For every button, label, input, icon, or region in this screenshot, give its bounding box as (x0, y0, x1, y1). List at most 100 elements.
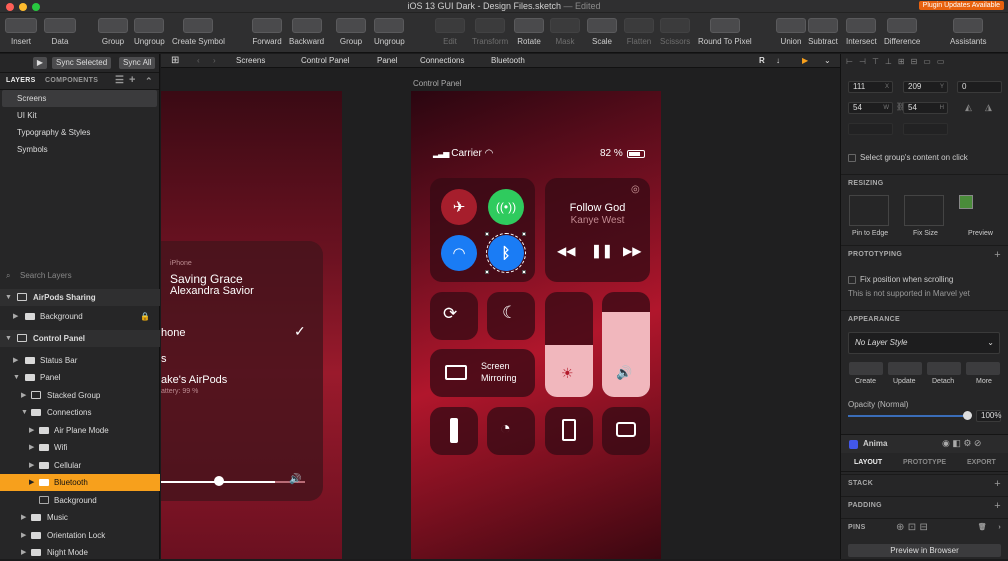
camera-button[interactable] (602, 407, 650, 455)
resizing-header[interactable]: RESIZING (841, 174, 1008, 192)
detach-style-button[interactable] (927, 362, 961, 375)
insert-button[interactable]: Insert (5, 18, 37, 46)
round-to-pixel-button[interactable]: Round To Pixel (698, 18, 752, 46)
union-button[interactable]: Union (776, 18, 806, 46)
screen-mirroring-button[interactable]: Screen Mirroring (430, 349, 535, 397)
padding-header[interactable]: PADDING + (841, 496, 1008, 514)
create-symbol-button[interactable]: Create Symbol (172, 18, 225, 46)
fix-position-checkbox[interactable] (848, 276, 856, 284)
add-icon[interactable]: + (994, 246, 1001, 264)
chevron-up-icon[interactable]: ⌃ (145, 76, 153, 87)
height-field[interactable]: 54 H (903, 102, 948, 114)
ungroup2-button[interactable]: Ungroup (374, 18, 405, 46)
grid-icon[interactable]: ⊞ (171, 54, 179, 68)
scissors-button[interactable]: Scissors (660, 18, 690, 46)
x-field[interactable]: 111 X (848, 81, 893, 93)
update-style-button[interactable] (888, 362, 922, 375)
layer-orientation-lock[interactable]: ▶ Orientation Lock (0, 527, 160, 544)
anima-icons[interactable]: ◉ ◧ ⚙ ⊘ (942, 438, 981, 449)
intersect-button[interactable]: Intersect (846, 18, 877, 46)
airplane-mode-button[interactable]: ✈ (441, 189, 477, 225)
difference-button[interactable]: Difference (884, 18, 920, 46)
canvas[interactable]: ⊞ ‹ › Screens Control Panel Panel Connec… (161, 54, 840, 559)
brightness-slider[interactable]: ☀ (545, 292, 593, 397)
assistants-button[interactable]: Assistants (950, 18, 986, 46)
chevron-down-icon[interactable]: ⌄ (824, 54, 831, 68)
preview-in-browser-button[interactable]: Preview in Browser (848, 544, 1001, 557)
airplay-icon[interactable]: ◎ (631, 184, 640, 195)
layer-wifi[interactable]: ▶ Wifi (0, 439, 160, 456)
layer-control-panel[interactable]: ▼ Control Panel (0, 330, 160, 347)
pins-icons[interactable]: ⊕ ⊡ ⊟ (896, 519, 928, 537)
rotate-button[interactable]: Rotate (514, 18, 544, 46)
tab-components[interactable]: COMPONENTS (45, 77, 98, 84)
collapse-icon[interactable]: ☰ (115, 75, 124, 86)
stack-header[interactable]: STACK + (841, 474, 1008, 492)
transform-button[interactable]: Transform (472, 18, 508, 46)
tab-export[interactable]: EXPORT (967, 459, 996, 466)
preview-play-icon[interactable]: ▶ (802, 54, 808, 68)
trash-icon[interactable]: 🗑 (978, 519, 987, 537)
opacity-slider-knob[interactable] (963, 411, 972, 420)
y-field[interactable]: 209 Y (903, 81, 948, 93)
volume-slider[interactable]: 🔊 (602, 292, 650, 397)
orientation-lock-button[interactable]: ⟳ (430, 292, 478, 340)
plugin-updates-badge[interactable]: Plugin Updates Available (918, 1, 1004, 10)
wifi-button[interactable]: ◠ (441, 235, 477, 271)
layer-airpods-sharing[interactable]: ▼ AirPods Sharing (0, 289, 160, 306)
download-icon[interactable]: ↓ (776, 54, 780, 68)
pause-icon[interactable]: ❚❚ (591, 243, 613, 259)
create-style-button[interactable] (849, 362, 883, 375)
artboard-label[interactable]: Control Panel (413, 79, 461, 88)
layer-panel[interactable]: ▼ Panel (0, 369, 160, 386)
layer-connections[interactable]: ▼ Connections (0, 404, 160, 421)
page-screens[interactable]: Screens (2, 90, 157, 107)
layer-music[interactable]: ▶ Music (0, 509, 160, 526)
timer-button[interactable]: ◔ (487, 407, 535, 455)
rewind-icon[interactable]: ◀◀ (557, 244, 575, 258)
subtract-button[interactable]: Subtract (808, 18, 838, 46)
breadcrumb-connections[interactable]: Connections (420, 54, 464, 68)
fast-forward-icon[interactable]: ▶▶ (623, 244, 641, 258)
ungroup-button[interactable]: Ungroup (134, 18, 165, 46)
breadcrumb-bluetooth[interactable]: Bluetooth (491, 54, 525, 68)
flatten-button[interactable]: Flatten (624, 18, 654, 46)
layer-cellular[interactable]: ▶ Cellular (0, 457, 160, 474)
alignment-icons[interactable]: ⊢⊣⊤⊥⊞⊟▭▭ (846, 57, 950, 66)
layer-bluetooth[interactable]: ▶ Bluetooth (0, 474, 160, 491)
pins-header[interactable]: PINS ⊕ ⊡ ⊟ 🗑 › (841, 518, 1008, 536)
bluetooth-button[interactable]: ᛒ (486, 233, 526, 273)
rotation-field[interactable]: 0 (957, 81, 1002, 93)
breadcrumb-screens[interactable]: Screens (236, 54, 265, 68)
breadcrumb-control-panel[interactable]: Control Panel (301, 54, 349, 68)
cellular-button[interactable]: ((•)) (488, 189, 524, 225)
pin-to-edge-button[interactable] (849, 195, 889, 226)
artboard-airpods-sharing[interactable]: iPhone Saving Grace Alexandra Savior hon… (161, 91, 342, 559)
more-style-button[interactable] (966, 362, 1000, 375)
layer-night-mode[interactable]: ▶ Night Mode (0, 544, 160, 561)
sync-selected-button[interactable]: Sync Selected (52, 57, 112, 69)
search-layers-input[interactable]: ⌕ Search Layers (0, 269, 160, 283)
breadcrumb-panel[interactable]: Panel (377, 54, 397, 68)
fix-size-button[interactable] (904, 195, 944, 226)
opacity-field[interactable]: 100% (976, 410, 1001, 422)
night-mode-button[interactable]: ☾ (487, 292, 535, 340)
forward-icon[interactable]: › (213, 54, 216, 68)
flashlight-button[interactable] (430, 407, 478, 455)
layer-status-bar[interactable]: ▶ Status Bar (0, 352, 160, 369)
mask-button[interactable]: Mask (550, 18, 580, 46)
layer-air-plane-mode[interactable]: ▶ Air Plane Mode (0, 422, 160, 439)
artboard-control-panel[interactable]: ▂▃▅ Carrier ◠ 82 % ✈ ((•)) ◠ ᛒ ◎ Follow … (411, 91, 661, 559)
calculator-button[interactable] (545, 407, 593, 455)
chevron-right-icon[interactable]: › (998, 519, 1001, 537)
tab-layout[interactable]: LAYOUT (854, 459, 882, 466)
forward-button[interactable]: Forward (252, 18, 282, 46)
group-button[interactable]: Group (98, 18, 128, 46)
tab-layers[interactable]: LAYERS (6, 77, 36, 84)
add-page-icon[interactable]: + (129, 74, 136, 86)
opacity-slider-track[interactable] (848, 415, 970, 417)
scale-button[interactable]: Scale (587, 18, 617, 46)
flip-vertical-icon[interactable]: ◮ (985, 102, 992, 113)
marvel-icon[interactable]: R (759, 54, 765, 68)
page-symbols[interactable]: Symbols (0, 141, 159, 158)
